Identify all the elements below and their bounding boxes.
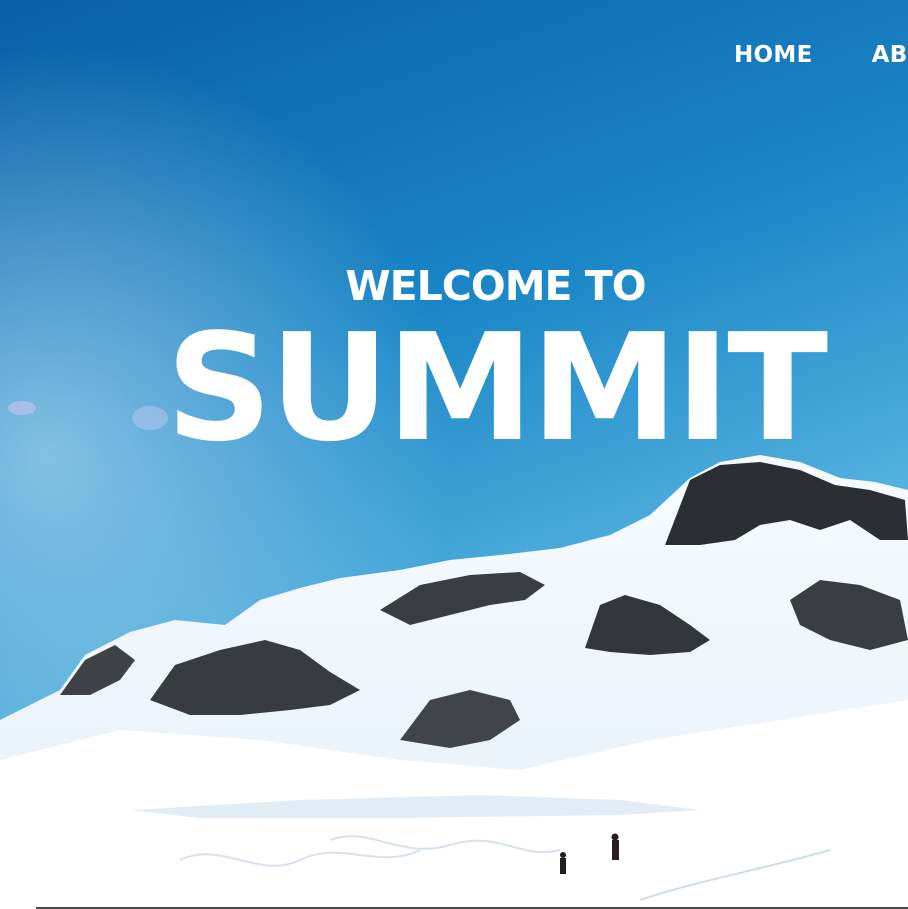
main-nav: HOME ABOUT <box>734 42 908 68</box>
nav-link-about[interactable]: ABOUT <box>872 42 908 68</box>
hero-title: SUMMIT <box>165 302 828 474</box>
hero-section: HOME ABOUT WELCOME TO SUMMIT <box>0 0 908 909</box>
nav-link-home[interactable]: HOME <box>734 42 813 68</box>
